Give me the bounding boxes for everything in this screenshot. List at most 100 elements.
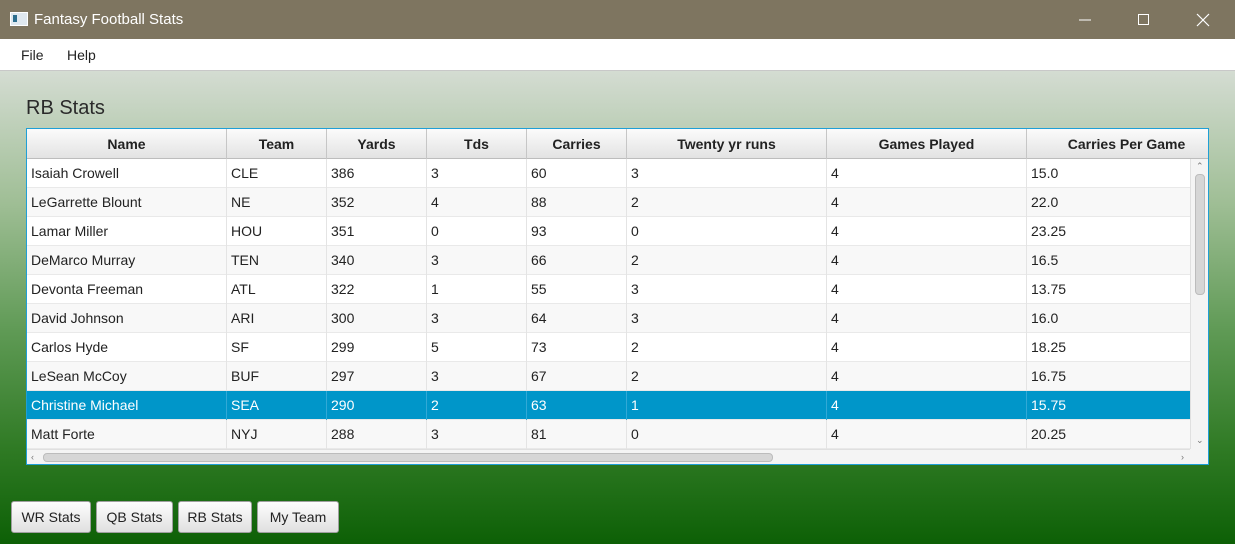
cell-yards: 351: [327, 217, 427, 246]
table-row[interactable]: Lamar Miller HOU 351 0 93 0 4 23.25: [27, 217, 1190, 246]
cell-games-played: 4: [827, 159, 1027, 188]
cell-tds: 4: [427, 188, 527, 217]
cell-carries: 67: [527, 362, 627, 391]
table-row[interactable]: Christine Michael SEA 290 2 63 1 4 15.75: [27, 391, 1190, 420]
cell-games-played: 4: [827, 333, 1027, 362]
cell-tds: 2: [427, 391, 527, 420]
cell-carries-per-game: 23.25: [1027, 217, 1190, 246]
column-header-carries[interactable]: Carries: [527, 129, 627, 159]
table-row[interactable]: Devonta Freeman ATL 322 1 55 3 4 13.75: [27, 275, 1190, 304]
cell-yards: 297: [327, 362, 427, 391]
cell-name: LeSean McCoy: [27, 362, 227, 391]
cell-carries-per-game: 18.25: [1027, 333, 1190, 362]
horizontal-scroll-thumb[interactable]: [43, 453, 773, 462]
cell-carries: 81: [527, 420, 627, 449]
cell-name: LeGarrette Blount: [27, 188, 227, 217]
qb-stats-button[interactable]: QB Stats: [96, 501, 173, 533]
table-header: Name Team Yards Tds Carries Twenty yr ru…: [27, 129, 1208, 159]
cell-twenty-yr-runs: 0: [627, 217, 827, 246]
table-row[interactable]: Matt Forte NYJ 288 3 81 0 4 20.25: [27, 420, 1190, 449]
cell-carries: 66: [527, 246, 627, 275]
window-title: Fantasy Football Stats: [34, 11, 184, 28]
cell-twenty-yr-runs: 0: [627, 420, 827, 449]
app-icon: [10, 12, 28, 26]
cell-tds: 3: [427, 420, 527, 449]
cell-tds: 3: [427, 159, 527, 188]
column-header-tds[interactable]: Tds: [427, 129, 527, 159]
cell-team: NYJ: [227, 420, 327, 449]
cell-twenty-yr-runs: 2: [627, 362, 827, 391]
cell-name: Matt Forte: [27, 420, 227, 449]
column-header-yards[interactable]: Yards: [327, 129, 427, 159]
cell-carries-per-game: 16.5: [1027, 246, 1190, 275]
cell-carries-per-game: 22.0: [1027, 188, 1190, 217]
close-button[interactable]: [1174, 0, 1232, 39]
cell-twenty-yr-runs: 3: [627, 159, 827, 188]
column-header-twenty-yr-runs[interactable]: Twenty yr runs: [627, 129, 827, 159]
cell-yards: 300: [327, 304, 427, 333]
cell-carries-per-game: 20.25: [1027, 420, 1190, 449]
table-row[interactable]: LeSean McCoy BUF 297 3 67 2 4 16.75: [27, 362, 1190, 391]
rb-stats-button[interactable]: RB Stats: [178, 501, 252, 533]
cell-name: DeMarco Murray: [27, 246, 227, 275]
cell-tds: 3: [427, 362, 527, 391]
scroll-down-icon[interactable]: ⌄: [1196, 435, 1204, 445]
menu-bar: File Help: [0, 39, 1235, 71]
minimize-icon: [1079, 19, 1091, 21]
menu-file[interactable]: File: [21, 47, 44, 63]
cell-games-played: 4: [827, 188, 1027, 217]
cell-tds: 0: [427, 217, 527, 246]
cell-yards: 288: [327, 420, 427, 449]
minimize-button[interactable]: [1056, 0, 1114, 39]
cell-games-played: 4: [827, 391, 1027, 420]
cell-name: Christine Michael: [27, 391, 227, 420]
cell-team: HOU: [227, 217, 327, 246]
cell-games-played: 4: [827, 362, 1027, 391]
cell-yards: 290: [327, 391, 427, 420]
column-header-team[interactable]: Team: [227, 129, 327, 159]
cell-carries: 88: [527, 188, 627, 217]
scroll-left-icon[interactable]: ‹: [31, 452, 34, 462]
column-header-carries-per-game[interactable]: Carries Per Game: [1027, 129, 1208, 159]
cell-games-played: 4: [827, 304, 1027, 333]
cell-carries-per-game: 16.75: [1027, 362, 1190, 391]
cell-carries: 60: [527, 159, 627, 188]
cell-tds: 3: [427, 304, 527, 333]
vertical-scroll-thumb[interactable]: [1195, 174, 1205, 295]
cell-team: SF: [227, 333, 327, 362]
page-title: RB Stats: [26, 97, 105, 119]
cell-yards: 352: [327, 188, 427, 217]
main-content: RB Stats Name Team Yards Tds Carries Twe…: [0, 71, 1235, 544]
cell-yards: 386: [327, 159, 427, 188]
horizontal-scrollbar[interactable]: ‹ ›: [27, 449, 1208, 464]
cell-name: David Johnson: [27, 304, 227, 333]
cell-tds: 1: [427, 275, 527, 304]
cell-carries-per-game: 13.75: [1027, 275, 1190, 304]
cell-twenty-yr-runs: 1: [627, 391, 827, 420]
cell-carries: 55: [527, 275, 627, 304]
my-team-button[interactable]: My Team: [257, 501, 339, 533]
cell-name: Carlos Hyde: [27, 333, 227, 362]
table-row[interactable]: Carlos Hyde SF 299 5 73 2 4 18.25: [27, 333, 1190, 362]
table-row[interactable]: David Johnson ARI 300 3 64 3 4 16.0: [27, 304, 1190, 333]
cell-team: BUF: [227, 362, 327, 391]
menu-help[interactable]: Help: [67, 47, 96, 63]
cell-team: ARI: [227, 304, 327, 333]
column-header-name[interactable]: Name: [27, 129, 227, 159]
maximize-button[interactable]: [1115, 0, 1173, 39]
table-row[interactable]: DeMarco Murray TEN 340 3 66 2 4 16.5: [27, 246, 1190, 275]
cell-yards: 340: [327, 246, 427, 275]
cell-yards: 322: [327, 275, 427, 304]
table-row[interactable]: LeGarrette Blount NE 352 4 88 2 4 22.0: [27, 188, 1190, 217]
column-header-games-played[interactable]: Games Played: [827, 129, 1027, 159]
cell-name: Devonta Freeman: [27, 275, 227, 304]
scroll-up-icon[interactable]: ⌃: [1196, 161, 1204, 171]
cell-team: CLE: [227, 159, 327, 188]
table-row[interactable]: Isaiah Crowell CLE 386 3 60 3 4 15.0: [27, 159, 1190, 188]
vertical-scrollbar[interactable]: ⌃ ⌄: [1190, 159, 1208, 449]
wr-stats-button[interactable]: WR Stats: [11, 501, 91, 533]
cell-carries: 63: [527, 391, 627, 420]
table-body: Isaiah Crowell CLE 386 3 60 3 4 15.0 LeGarrette …: [27, 159, 1190, 449]
scroll-right-icon[interactable]: ›: [1181, 452, 1184, 462]
cell-carries: 64: [527, 304, 627, 333]
